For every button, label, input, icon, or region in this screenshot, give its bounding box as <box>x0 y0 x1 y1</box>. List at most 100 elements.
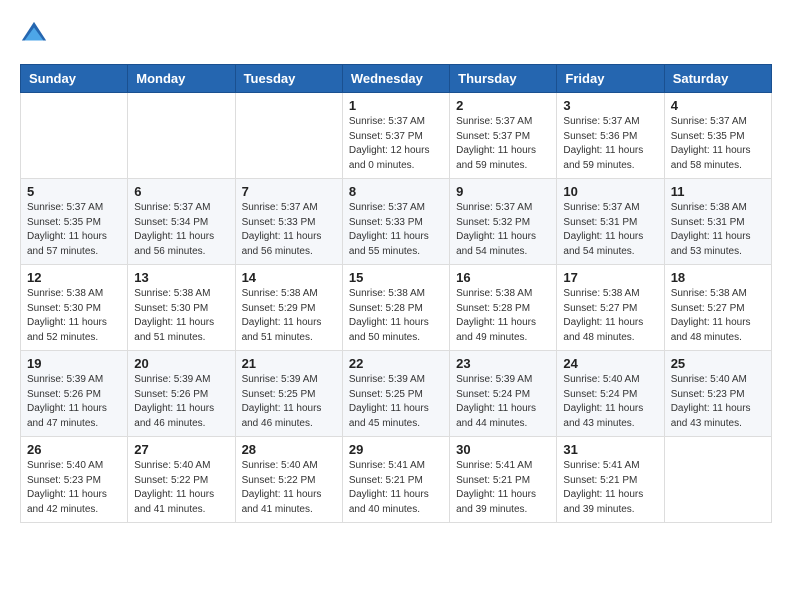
day-info: Sunrise: 5:40 AM Sunset: 5:24 PM Dayligh… <box>563 373 657 431</box>
day-number: 31 <box>563 442 657 457</box>
calendar-week-row: 19 Sunrise: 5:39 AM Sunset: 5:26 PM Dayli… <box>21 351 772 437</box>
day-info: Sunrise: 5:38 AM Sunset: 5:27 PM Dayligh… <box>563 287 657 345</box>
day-info: Sunrise: 5:40 AM Sunset: 5:23 PM Dayligh… <box>671 373 765 431</box>
calendar-day-cell: 1 Sunrise: 5:37 AM Sunset: 5:37 PM Daylig… <box>342 93 449 179</box>
empty-cell <box>21 93 128 179</box>
calendar-day-cell: 30 Sunrise: 5:41 AM Sunset: 5:21 PM Dayli… <box>450 437 557 523</box>
day-info: Sunrise: 5:41 AM Sunset: 5:21 PM Dayligh… <box>563 459 657 517</box>
day-info: Sunrise: 5:38 AM Sunset: 5:28 PM Dayligh… <box>349 287 443 345</box>
day-number: 17 <box>563 270 657 285</box>
calendar-day-cell: 9Sunrise: 5:37 AM Sunset: 5:32 PM Daylig… <box>450 179 557 265</box>
calendar-day-cell: 31 Sunrise: 5:41 AM Sunset: 5:21 PM Dayli… <box>557 437 664 523</box>
day-number: 14 <box>242 270 336 285</box>
day-info: Sunrise: 5:37 AM Sunset: 5:31 PM Dayligh… <box>563 201 657 259</box>
weekday-header-wednesday: Wednesday <box>342 65 449 93</box>
day-number: 6 <box>134 184 228 199</box>
day-number: 7 <box>242 184 336 199</box>
day-number: 18 <box>671 270 765 285</box>
day-number: 1 <box>349 98 443 113</box>
calendar-header-row: SundayMondayTuesdayWednesdayThursdayFrid… <box>21 65 772 93</box>
day-info: Sunrise: 5:38 AM Sunset: 5:28 PM Dayligh… <box>456 287 550 345</box>
calendar-week-row: 12Sunrise: 5:38 AM Sunset: 5:30 PM Dayli… <box>21 265 772 351</box>
weekday-header-thursday: Thursday <box>450 65 557 93</box>
calendar-day-cell: 5 Sunrise: 5:37 AM Sunset: 5:35 PM Daylig… <box>21 179 128 265</box>
weekday-header-tuesday: Tuesday <box>235 65 342 93</box>
day-number: 24 <box>563 356 657 371</box>
calendar-day-cell: 7 Sunrise: 5:37 AM Sunset: 5:33 PM Daylig… <box>235 179 342 265</box>
weekday-header-saturday: Saturday <box>664 65 771 93</box>
calendar-table: SundayMondayTuesdayWednesdayThursdayFrid… <box>20 64 772 523</box>
day-number: 25 <box>671 356 765 371</box>
day-info: Sunrise: 5:37 AM Sunset: 5:33 PM Dayligh… <box>349 201 443 259</box>
calendar-week-row: 26 Sunrise: 5:40 AM Sunset: 5:23 PM Dayli… <box>21 437 772 523</box>
day-number: 9 <box>456 184 550 199</box>
day-info: Sunrise: 5:37 AM Sunset: 5:36 PM Dayligh… <box>563 115 657 173</box>
weekday-header-sunday: Sunday <box>21 65 128 93</box>
empty-cell <box>128 93 235 179</box>
day-info: Sunrise: 5:38 AM Sunset: 5:30 PM Dayligh… <box>134 287 228 345</box>
day-number: 23 <box>456 356 550 371</box>
day-number: 15 <box>349 270 443 285</box>
weekday-header-monday: Monday <box>128 65 235 93</box>
day-number: 8 <box>349 184 443 199</box>
day-info: Sunrise: 5:39 AM Sunset: 5:26 PM Dayligh… <box>27 373 121 431</box>
day-number: 30 <box>456 442 550 457</box>
empty-cell <box>664 437 771 523</box>
calendar-day-cell: 13Sunrise: 5:38 AM Sunset: 5:30 PM Dayli… <box>128 265 235 351</box>
day-info: Sunrise: 5:37 AM Sunset: 5:37 PM Dayligh… <box>349 115 443 173</box>
day-info: Sunrise: 5:38 AM Sunset: 5:31 PM Dayligh… <box>671 201 765 259</box>
calendar-day-cell: 15 Sunrise: 5:38 AM Sunset: 5:28 PM Dayli… <box>342 265 449 351</box>
calendar-day-cell: 24 Sunrise: 5:40 AM Sunset: 5:24 PM Dayli… <box>557 351 664 437</box>
day-number: 26 <box>27 442 121 457</box>
day-info: Sunrise: 5:40 AM Sunset: 5:23 PM Dayligh… <box>27 459 121 517</box>
day-info: Sunrise: 5:37 AM Sunset: 5:35 PM Dayligh… <box>671 115 765 173</box>
day-info: Sunrise: 5:38 AM Sunset: 5:27 PM Dayligh… <box>671 287 765 345</box>
calendar-day-cell: 25 Sunrise: 5:40 AM Sunset: 5:23 PM Dayli… <box>664 351 771 437</box>
day-number: 5 <box>27 184 121 199</box>
day-number: 3 <box>563 98 657 113</box>
day-info: Sunrise: 5:40 AM Sunset: 5:22 PM Dayligh… <box>134 459 228 517</box>
calendar-day-cell: 12Sunrise: 5:38 AM Sunset: 5:30 PM Dayli… <box>21 265 128 351</box>
day-info: Sunrise: 5:39 AM Sunset: 5:25 PM Dayligh… <box>242 373 336 431</box>
day-number: 28 <box>242 442 336 457</box>
day-info: Sunrise: 5:37 AM Sunset: 5:37 PM Dayligh… <box>456 115 550 173</box>
day-number: 27 <box>134 442 228 457</box>
page-header <box>20 20 772 48</box>
calendar-day-cell: 22 Sunrise: 5:39 AM Sunset: 5:25 PM Dayli… <box>342 351 449 437</box>
calendar-day-cell: 3 Sunrise: 5:37 AM Sunset: 5:36 PM Daylig… <box>557 93 664 179</box>
day-number: 21 <box>242 356 336 371</box>
day-number: 11 <box>671 184 765 199</box>
calendar-day-cell: 26 Sunrise: 5:40 AM Sunset: 5:23 PM Dayli… <box>21 437 128 523</box>
calendar-day-cell: 10 Sunrise: 5:37 AM Sunset: 5:31 PM Dayli… <box>557 179 664 265</box>
calendar-day-cell: 29 Sunrise: 5:41 AM Sunset: 5:21 PM Dayli… <box>342 437 449 523</box>
day-info: Sunrise: 5:41 AM Sunset: 5:21 PM Dayligh… <box>456 459 550 517</box>
empty-cell <box>235 93 342 179</box>
day-info: Sunrise: 5:37 AM Sunset: 5:34 PM Dayligh… <box>134 201 228 259</box>
calendar-week-row: 1 Sunrise: 5:37 AM Sunset: 5:37 PM Daylig… <box>21 93 772 179</box>
day-info: Sunrise: 5:39 AM Sunset: 5:25 PM Dayligh… <box>349 373 443 431</box>
day-number: 22 <box>349 356 443 371</box>
calendar-day-cell: 28 Sunrise: 5:40 AM Sunset: 5:22 PM Dayli… <box>235 437 342 523</box>
calendar-day-cell: 2Sunrise: 5:37 AM Sunset: 5:37 PM Daylig… <box>450 93 557 179</box>
day-info: Sunrise: 5:38 AM Sunset: 5:29 PM Dayligh… <box>242 287 336 345</box>
logo-icon <box>20 20 48 48</box>
calendar-day-cell: 14 Sunrise: 5:38 AM Sunset: 5:29 PM Dayli… <box>235 265 342 351</box>
day-number: 20 <box>134 356 228 371</box>
day-info: Sunrise: 5:40 AM Sunset: 5:22 PM Dayligh… <box>242 459 336 517</box>
day-number: 19 <box>27 356 121 371</box>
calendar-day-cell: 20 Sunrise: 5:39 AM Sunset: 5:26 PM Dayli… <box>128 351 235 437</box>
calendar-day-cell: 17 Sunrise: 5:38 AM Sunset: 5:27 PM Dayli… <box>557 265 664 351</box>
calendar-day-cell: 27 Sunrise: 5:40 AM Sunset: 5:22 PM Dayli… <box>128 437 235 523</box>
day-info: Sunrise: 5:41 AM Sunset: 5:21 PM Dayligh… <box>349 459 443 517</box>
calendar-day-cell: 16Sunrise: 5:38 AM Sunset: 5:28 PM Dayli… <box>450 265 557 351</box>
weekday-header-friday: Friday <box>557 65 664 93</box>
day-info: Sunrise: 5:37 AM Sunset: 5:35 PM Dayligh… <box>27 201 121 259</box>
day-info: Sunrise: 5:39 AM Sunset: 5:26 PM Dayligh… <box>134 373 228 431</box>
calendar-day-cell: 18 Sunrise: 5:38 AM Sunset: 5:27 PM Dayli… <box>664 265 771 351</box>
logo <box>20 20 52 48</box>
calendar-day-cell: 11 Sunrise: 5:38 AM Sunset: 5:31 PM Dayli… <box>664 179 771 265</box>
calendar-day-cell: 21 Sunrise: 5:39 AM Sunset: 5:25 PM Dayli… <box>235 351 342 437</box>
day-info: Sunrise: 5:37 AM Sunset: 5:33 PM Dayligh… <box>242 201 336 259</box>
day-number: 10 <box>563 184 657 199</box>
day-number: 29 <box>349 442 443 457</box>
